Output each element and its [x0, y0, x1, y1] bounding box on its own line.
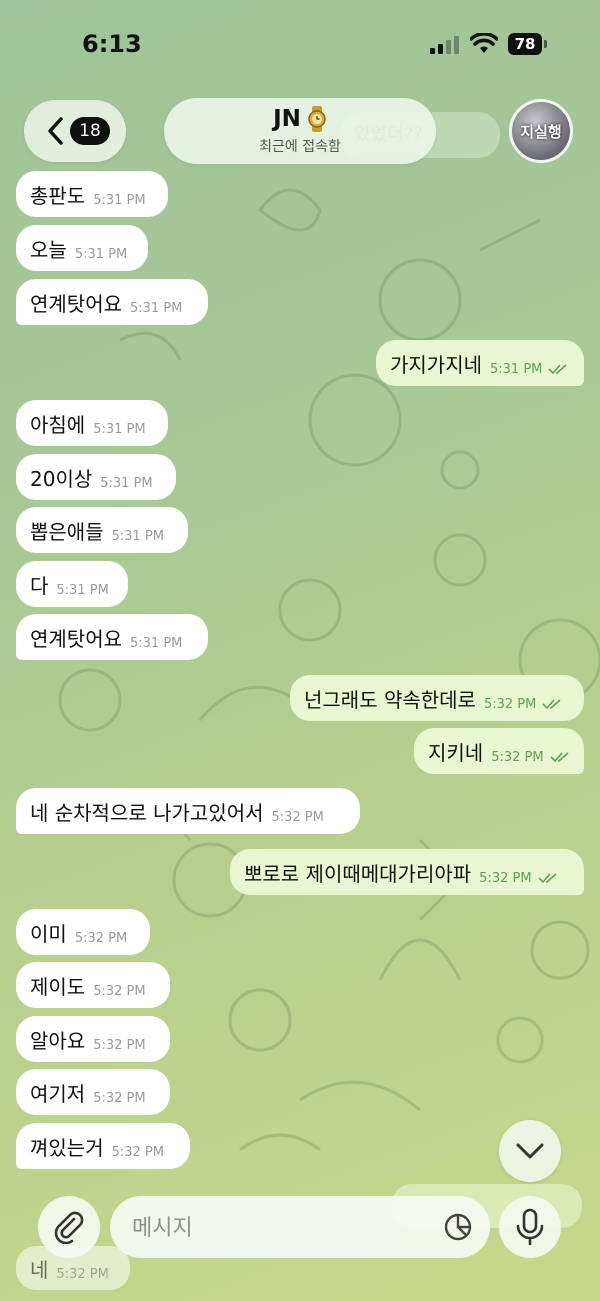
message-text: 다: [30, 573, 49, 598]
scroll-to-bottom-button[interactable]: [499, 1120, 561, 1182]
avatar-label: 지실행: [520, 122, 562, 141]
incoming-message[interactable]: 네 순차적으로 나가고있어서 5:32 PM: [16, 788, 360, 834]
back-button[interactable]: 18: [24, 100, 126, 162]
message-text: 네: [30, 1257, 49, 1282]
message-time: 5:32 PM: [271, 809, 324, 825]
attach-button[interactable]: [38, 1196, 100, 1258]
message-text: 뽑은애들: [30, 519, 104, 544]
message-time: 5:31 PM: [100, 475, 153, 491]
incoming-message[interactable]: 제이도 5:32 PM: [16, 962, 170, 1008]
message-text: 제이도: [30, 974, 86, 999]
message-text: 지키네: [428, 740, 484, 765]
wifi-icon: [470, 33, 498, 53]
message-time: 5:31 PM: [74, 246, 128, 262]
message-time: 5:32 PM: [56, 1266, 109, 1282]
message-time: 5:31 PM: [130, 300, 183, 316]
outgoing-message[interactable]: 지키네 5:32 PM: [414, 728, 584, 774]
read-receipt-icon: [537, 873, 557, 884]
message-time: 5:32 PM: [93, 983, 146, 999]
battery-tip: [544, 40, 547, 48]
message-text: 이미: [30, 921, 67, 946]
message-text: 오늘: [30, 237, 67, 262]
message-text: 가지가지네: [390, 352, 482, 377]
read-receipt-icon: [548, 364, 567, 375]
message-time: 5:31 PM: [490, 361, 543, 377]
message-text: 연계탓어요: [30, 626, 122, 651]
sticker-icon[interactable]: [442, 1211, 474, 1243]
outgoing-message[interactable]: 뽀로로 제이때메대가리아파 5:32 PM: [230, 849, 584, 895]
unread-count-badge: 18: [70, 117, 110, 145]
message-composer: [110, 1196, 490, 1258]
cellular-signal-icon: [430, 36, 459, 54]
message-time: 5:31 PM: [111, 528, 164, 544]
message-time: 5:32 PM: [479, 870, 532, 886]
incoming-message[interactable]: 총판도 5:31 PM: [16, 171, 168, 217]
contact-avatar[interactable]: 지실행: [509, 99, 573, 163]
voice-message-button[interactable]: [499, 1196, 561, 1258]
status-bar: 6:13 78: [0, 0, 600, 90]
outgoing-message[interactable]: 넌그래도 약속한데로 5:32 PM: [290, 675, 584, 721]
message-time: 5:31 PM: [93, 192, 146, 208]
incoming-message[interactable]: 다 5:31 PM: [16, 561, 128, 607]
message-time: 5:31 PM: [56, 582, 109, 598]
message-text: 아침에: [30, 412, 86, 437]
message-text: 알아요: [30, 1028, 86, 1053]
incoming-message[interactable]: 연계탓어요 5:31 PM: [16, 614, 208, 660]
last-seen-status: 최근에 접속함: [259, 139, 341, 155]
message-text: 껴있는거: [30, 1135, 104, 1160]
message-time: 5:31 PM: [130, 635, 183, 651]
message-text: 여기저: [30, 1081, 86, 1106]
outgoing-message[interactable]: 가지가지네 5:31 PM: [376, 340, 584, 386]
microphone-icon: [516, 1208, 544, 1246]
chat-title[interactable]: JN 최근에 접속함: [164, 98, 436, 164]
message-time: 5:32 PM: [93, 1037, 146, 1053]
incoming-message[interactable]: 껴있는거 5:32 PM: [16, 1123, 190, 1169]
incoming-message[interactable]: 오늘 5:31 PM: [16, 225, 148, 271]
message-time: 5:32 PM: [93, 1090, 146, 1106]
incoming-message[interactable]: 연계탓어요 5:31 PM: [16, 279, 208, 325]
message-time: 5:32 PM: [491, 749, 544, 765]
message-time: 5:32 PM: [483, 696, 537, 712]
incoming-message[interactable]: 20이상 5:31 PM: [16, 454, 176, 500]
message-input[interactable]: [130, 1210, 434, 1246]
message-text: 총판도: [30, 183, 86, 208]
battery-level: 78: [508, 33, 542, 55]
message-time: 5:32 PM: [74, 930, 128, 946]
read-receipt-icon: [542, 699, 561, 710]
message-text: 연계탓어요: [30, 291, 122, 316]
message-text: 넌그래도 약속한데로: [304, 687, 476, 712]
contact-name: JN: [273, 106, 301, 132]
incoming-message[interactable]: 이미 5:32 PM: [16, 909, 150, 955]
incoming-message[interactable]: 알아요 5:32 PM: [16, 1016, 170, 1062]
back-chevron-icon: [48, 117, 63, 145]
message-time: 5:31 PM: [93, 421, 146, 437]
chevron-down-icon: [516, 1143, 544, 1159]
message-text: 20이상: [30, 466, 93, 491]
paperclip-icon: [54, 1211, 84, 1244]
read-receipt-icon: [550, 752, 569, 763]
message-text: 네 순차적으로 나가고있어서: [30, 800, 264, 825]
message-time: 5:32 PM: [111, 1144, 164, 1160]
status-time: 6:13: [82, 30, 142, 58]
incoming-message[interactable]: 뽑은애들 5:31 PM: [16, 507, 188, 553]
watch-emoji-icon: [308, 106, 326, 132]
incoming-message[interactable]: 아침에 5:31 PM: [16, 400, 168, 446]
contact-name-row: JN: [164, 106, 436, 132]
incoming-message[interactable]: 여기저 5:32 PM: [16, 1069, 170, 1115]
message-text: 뽀로로 제이때메대가리아파: [244, 861, 472, 886]
